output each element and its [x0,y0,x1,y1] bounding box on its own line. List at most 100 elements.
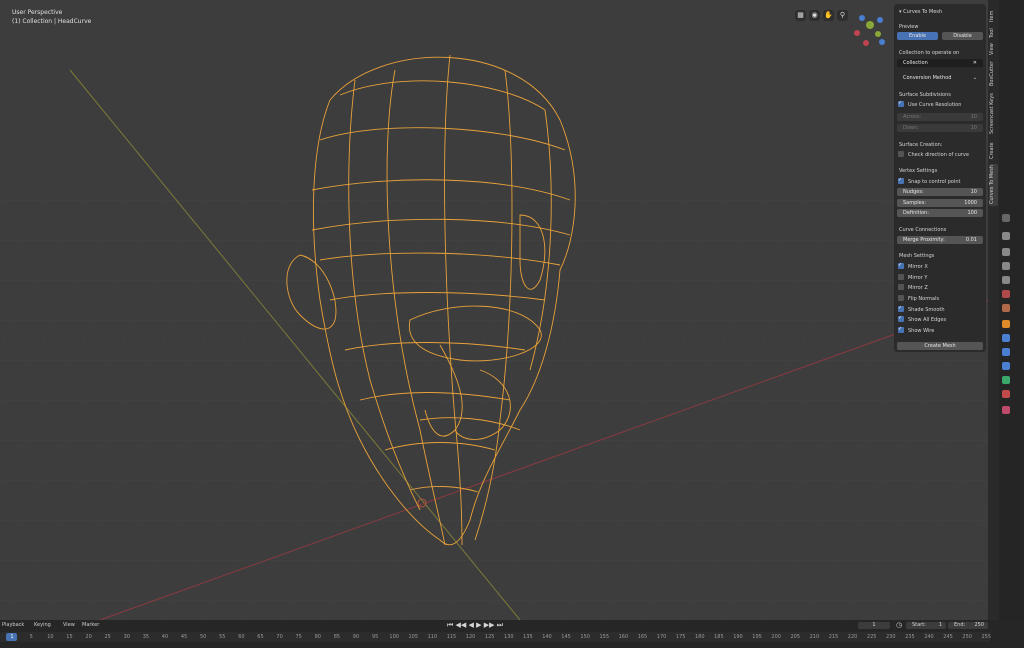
tab-curves-to-mesh[interactable]: Curves To Mesh [989,164,998,206]
curves-to-mesh-panel: ▾ Curves To Mesh Preview Enable Disable … [894,4,986,352]
viewport-canvas[interactable] [0,0,990,620]
camera-icon[interactable]: ◉ [809,10,820,21]
physics-icon[interactable] [1002,362,1010,370]
checkbox-icon [898,283,904,290]
down-value: 10 [970,125,977,131]
current-frame-field[interactable]: 1 [858,622,890,629]
perspective-label: User Perspective [12,9,63,16]
playback-controls[interactable]: ⏮ ◀◀ ◀ ▶ ▶▶ ⏭ [447,621,503,630]
use-curve-resolution-checkbox[interactable]: Use Curve Resolution [898,100,962,109]
clear-icon[interactable]: ✕ [973,59,977,67]
enable-button[interactable]: Enable [897,32,938,40]
3d-viewport[interactable]: User Perspective (1) Collection | HeadCu… [0,0,990,620]
shade-smooth-label: Shade Smooth [908,307,945,313]
check-direction-label: Check direction of curve [908,152,969,158]
view-layer-icon[interactable] [1002,262,1010,270]
across-field[interactable]: Across: 10 [897,113,983,121]
frame-number: 170 [656,634,667,640]
texture-icon[interactable] [1002,406,1010,414]
collection-icon[interactable] [1002,304,1010,312]
particles-icon[interactable] [1002,348,1010,356]
flip-normals-label: Flip Normals [908,296,940,302]
camera-grid-icon[interactable]: ▦ [795,10,806,21]
modifier-icon[interactable] [1002,334,1010,342]
use-curve-resolution-label: Use Curve Resolution [908,102,962,108]
checkbox-icon [898,177,904,184]
constraints-icon[interactable] [1002,376,1010,384]
frame-number: 255 [981,634,992,640]
frame-number: 55 [219,634,226,640]
end-frame-field[interactable]: End: 250 [948,622,988,629]
snap-control-label: Snap to control point [908,179,961,185]
frame-number: 95 [371,634,379,640]
mirror-z-checkbox[interactable]: Mirror Z [898,283,928,292]
nudges-field[interactable]: Nudges: 10 [897,188,983,196]
timeline-menu-keying[interactable]: Keying [34,622,51,628]
definition-value: 100 [967,210,977,216]
mirror-x-checkbox[interactable]: Mirror X [898,262,928,271]
object-icon[interactable] [1002,320,1010,328]
vertex-settings-label: Vertex Settings [899,168,938,174]
timeline-menu-playback[interactable]: Playback [2,622,24,628]
checkbox-icon [898,262,904,269]
frame-number: 115 [446,634,457,640]
samples-field[interactable]: Samples: 1000 [897,199,983,207]
zoom-icon[interactable]: ⚲ [837,10,848,21]
frame-number: 185 [714,634,724,640]
output-icon[interactable] [1002,248,1010,256]
frame-number: 205 [790,634,801,640]
tool-icon[interactable] [1002,214,1010,222]
checkbox-icon [898,305,904,312]
frame-number: 25 [104,634,111,640]
definition-field[interactable]: Definition: 100 [897,209,983,217]
across-value: 10 [970,114,977,120]
frame-number: 10 [47,634,54,640]
nudges-value: 10 [970,189,977,195]
data-icon[interactable] [1002,390,1010,398]
render-icon[interactable] [1002,232,1010,240]
frame-number: 220 [847,634,858,640]
tab-view[interactable]: View [989,42,998,56]
tab-screencast-keys[interactable]: Screencast Keys [989,90,998,138]
frame-number: 60 [238,634,245,640]
start-frame-field[interactable]: Start: 1 [906,622,946,629]
shade-smooth-checkbox[interactable]: Shade Smooth [898,305,945,314]
tab-boxcutter[interactable]: BoxCutter [989,58,998,88]
conversion-method-dropdown[interactable]: Conversion Method ⌄ [897,74,983,82]
tab-create[interactable]: Create [989,140,998,162]
scene-icon[interactable] [1002,276,1010,284]
mirror-z-label: Mirror Z [908,285,928,291]
frame-number: 110 [427,634,438,640]
axis-gizmo[interactable] [854,15,885,46]
tab-item[interactable]: Item [989,8,998,24]
timeline-menu-marker[interactable]: Marker [82,622,99,628]
show-wire-checkbox[interactable]: Show Wire [898,326,934,335]
frame-number: 250 [962,634,972,640]
check-direction-checkbox[interactable]: Check direction of curve [898,150,969,159]
merge-proximity-field[interactable]: Merge Proximity: 0.01 [897,236,983,244]
disable-button[interactable]: Disable [942,32,983,40]
down-field[interactable]: Down: 10 [897,124,983,132]
show-all-edges-checkbox[interactable]: Show All Edges [898,315,946,324]
collection-field[interactable]: Collection ✕ [897,59,983,67]
frame-number: 125 [484,634,495,640]
timeline-menu-view[interactable]: View [63,622,75,628]
flip-normals-checkbox[interactable]: Flip Normals [898,294,940,303]
clock-icon[interactable]: ◷ [896,621,902,629]
panel-title[interactable]: ▾ Curves To Mesh [899,9,942,15]
frame-number: 180 [694,634,705,640]
create-mesh-button[interactable]: Create Mesh [897,342,983,350]
frame-number: 120 [465,634,476,640]
frame-number: 215 [828,634,839,640]
frame-number: 105 [408,634,419,640]
panel-title-text: Curves To Mesh [903,9,943,15]
tab-tool[interactable]: Tool [989,26,998,40]
merge-proximity-value: 0.01 [965,237,977,243]
world-icon[interactable] [1002,290,1010,298]
hand-pan-icon[interactable]: ✋ [823,10,834,21]
frame-number: 155 [599,634,610,640]
frame-number: 30 [123,634,130,640]
frame-number: 200 [771,634,781,640]
snap-control-checkbox[interactable]: Snap to control point [898,177,961,186]
mirror-y-checkbox[interactable]: Mirror Y [898,273,927,282]
